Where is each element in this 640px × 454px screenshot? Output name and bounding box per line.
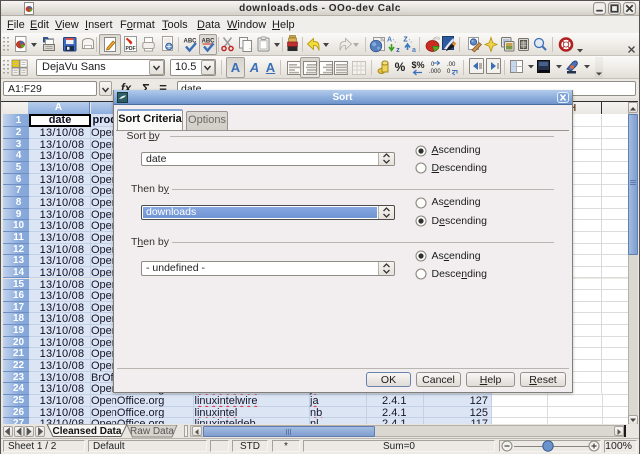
svg-text:%: % bbox=[416, 60, 424, 70]
svg-text:a: a bbox=[412, 47, 416, 53]
svg-text:A: A bbox=[387, 37, 392, 44]
svg-text:Z: Z bbox=[403, 37, 408, 44]
svg-text:.000: .000 bbox=[429, 69, 441, 75]
svg-text:.00: .00 bbox=[447, 62, 456, 68]
svg-text:z: z bbox=[396, 47, 400, 53]
svg-text:0: 0 bbox=[447, 69, 451, 75]
svg-text:PDF: PDF bbox=[126, 46, 136, 52]
